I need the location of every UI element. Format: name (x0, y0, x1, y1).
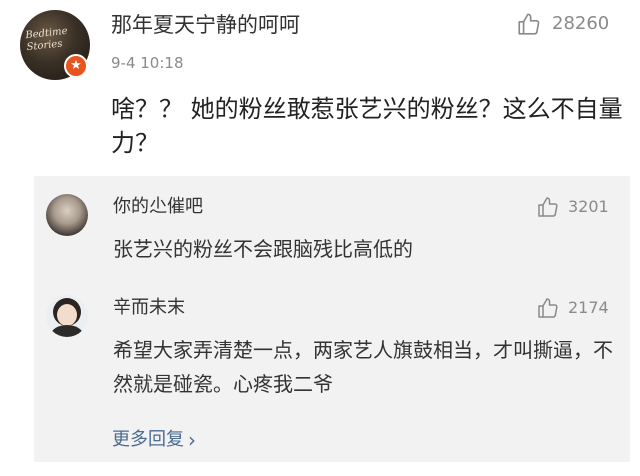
replies-section: 你的尐催吧 3201 张艺兴的粉丝不会跟脑残比高低的 辛而未末 2174 希望大… (34, 176, 630, 462)
like-button[interactable]: 28260 (516, 11, 609, 37)
like-button[interactable]: 2174 (536, 296, 609, 320)
more-replies-label: 更多回复 (112, 429, 184, 450)
like-count: 28260 (552, 13, 610, 34)
thumbs-up-icon (538, 197, 558, 217)
more-replies-link[interactable]: 更多回复 › (112, 427, 196, 453)
avatar[interactable] (46, 194, 88, 236)
like-count: 3201 (568, 197, 609, 216)
comment-content: 啥？？ 她的粉丝敢惹张艺兴的粉丝？这么不自量力？ (111, 95, 623, 157)
reply-content: 希望大家弄清楚一点，两家艺人旗鼓相当，才叫撕逼，不然就是碰瓷。心疼我二爷 (113, 338, 613, 396)
avatar[interactable] (46, 295, 88, 337)
comment-timestamp: 9-4 10:18 (111, 54, 184, 72)
comment-username[interactable]: 那年夏天宁静的呵呵 (111, 10, 300, 40)
verified-badge-icon: ★ (64, 54, 88, 78)
like-button[interactable]: 3201 (536, 195, 609, 219)
thumbs-up-icon (538, 298, 558, 318)
reply-content: 张艺兴的粉丝不会跟脑残比高低的 (113, 237, 413, 261)
chevron-right-icon: › (188, 428, 196, 452)
like-count: 2174 (568, 298, 609, 317)
main-comment: Bedtime Stories ★ 那年夏天宁静的呵呵 9-4 10:18 282… (0, 0, 640, 176)
reply-username[interactable]: 辛而未末 (113, 295, 185, 321)
reply-username[interactable]: 你的尐催吧 (113, 194, 203, 220)
thumbs-up-icon (518, 13, 540, 35)
avatar-text: Bedtime Stories (24, 25, 69, 54)
